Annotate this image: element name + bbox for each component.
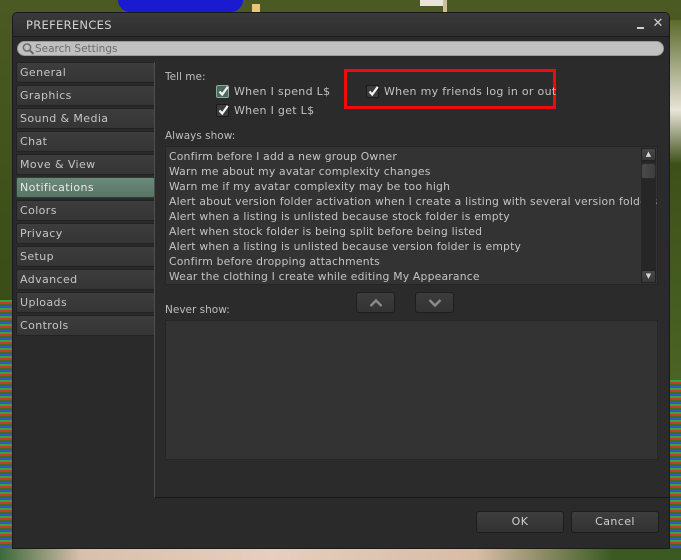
sidebar-item-graphics[interactable]: Graphics xyxy=(16,85,155,106)
list-item[interactable]: Alert about version folder activation wh… xyxy=(169,194,657,209)
scene-right-strip xyxy=(669,20,681,380)
sidebar-item-setup[interactable]: Setup xyxy=(16,246,155,267)
checkbox-box[interactable] xyxy=(216,104,229,117)
checkbox-box[interactable] xyxy=(366,85,379,98)
checkbox-label: When I spend L$ xyxy=(234,85,331,98)
checkbox-label: When my friends log in or out xyxy=(384,85,557,98)
sidebar-item-general[interactable]: General xyxy=(16,62,155,83)
scrollbar[interactable]: ▲ ▼ xyxy=(641,148,656,283)
list-item[interactable]: Confirm before I add a new group Owner xyxy=(169,149,639,164)
notifications-panel: Tell me: When I spend L$ When I get L$ W… xyxy=(154,62,669,498)
get-ls-checkbox[interactable]: When I get L$ xyxy=(216,104,314,117)
list-item[interactable]: Alert when a listing is unlisted because… xyxy=(169,209,639,224)
sidebar-item-sound-media[interactable]: Sound & Media xyxy=(16,108,155,129)
list-item[interactable]: Warn me if my avatar complexity may be t… xyxy=(169,179,639,194)
search-input[interactable] xyxy=(35,42,655,55)
search-icon xyxy=(22,43,35,55)
title-bar[interactable]: PREFERENCES ✕ xyxy=(13,13,669,37)
never-show-label: Never show: xyxy=(165,304,230,316)
sidebar-item-privacy[interactable]: Privacy xyxy=(16,223,155,244)
never-show-list[interactable] xyxy=(165,320,658,460)
triangle-down-icon: ▼ xyxy=(645,272,652,280)
close-button[interactable]: ✕ xyxy=(652,17,664,31)
sidebar-item-chat[interactable]: Chat xyxy=(16,131,155,152)
list-item[interactable]: Alert when stock folder is being split b… xyxy=(169,224,639,239)
sidebar-item-controls[interactable]: Controls xyxy=(16,315,155,336)
scroll-up-button[interactable]: ▲ xyxy=(641,148,656,161)
list-item[interactable]: Wear the clothing I create while editing… xyxy=(169,269,639,284)
checkbox-label: When I get L$ xyxy=(234,104,315,117)
chevron-down-icon xyxy=(428,299,442,308)
sidebar-item-colors[interactable]: Colors xyxy=(16,200,155,221)
list-item[interactable]: Alert when a listing is unlisted because… xyxy=(169,239,639,254)
scrollbar-thumb[interactable] xyxy=(641,163,656,179)
list-item[interactable]: Warn me about my avatar complexity chang… xyxy=(169,164,639,179)
move-down-button[interactable] xyxy=(415,292,454,313)
checkmark-icon xyxy=(218,105,229,116)
sidebar: General Graphics Sound & Media Chat Move… xyxy=(16,62,155,338)
scene-noise-right xyxy=(668,380,681,560)
minimize-button[interactable] xyxy=(635,17,647,31)
scroll-down-button[interactable]: ▼ xyxy=(641,270,656,283)
always-show-items: Confirm before I add a new group Owner W… xyxy=(169,149,657,284)
triangle-up-icon: ▲ xyxy=(645,150,652,158)
ok-button[interactable]: OK xyxy=(476,511,564,533)
close-icon: ✕ xyxy=(652,16,664,31)
tell-me-label: Tell me: xyxy=(165,71,206,83)
scene-yellow-object xyxy=(252,4,260,12)
checkmark-icon xyxy=(218,86,229,97)
list-item[interactable]: Confirm before dropping attachments xyxy=(169,254,639,269)
friends-login-checkbox[interactable]: When my friends log in or out xyxy=(366,85,556,98)
always-show-list[interactable]: Confirm before I add a new group Owner W… xyxy=(165,146,658,285)
checkbox-box[interactable] xyxy=(216,85,229,98)
checkmark-icon xyxy=(368,86,379,97)
sidebar-item-notifications[interactable]: Notifications xyxy=(16,177,155,198)
spend-ls-checkbox[interactable]: When I spend L$ xyxy=(216,85,330,98)
scene-bottom xyxy=(0,548,681,560)
always-show-label: Always show: xyxy=(165,130,236,142)
cancel-button[interactable]: Cancel xyxy=(571,511,659,533)
preferences-dialog: PREFERENCES ✕ General Graphics Sound & M… xyxy=(13,13,669,548)
scene-noise-left xyxy=(0,300,13,560)
sidebar-item-advanced[interactable]: Advanced xyxy=(16,269,155,290)
scene-white-sign xyxy=(420,0,444,6)
search-bar[interactable] xyxy=(17,41,664,56)
chevron-up-icon xyxy=(369,298,383,307)
sidebar-item-move-view[interactable]: Move & View xyxy=(16,154,155,175)
sidebar-item-uploads[interactable]: Uploads xyxy=(16,292,155,313)
scene-blue-object xyxy=(118,0,243,12)
scene-pole xyxy=(443,0,447,13)
window-title: PREFERENCES xyxy=(26,18,112,32)
move-up-button[interactable] xyxy=(356,292,395,313)
